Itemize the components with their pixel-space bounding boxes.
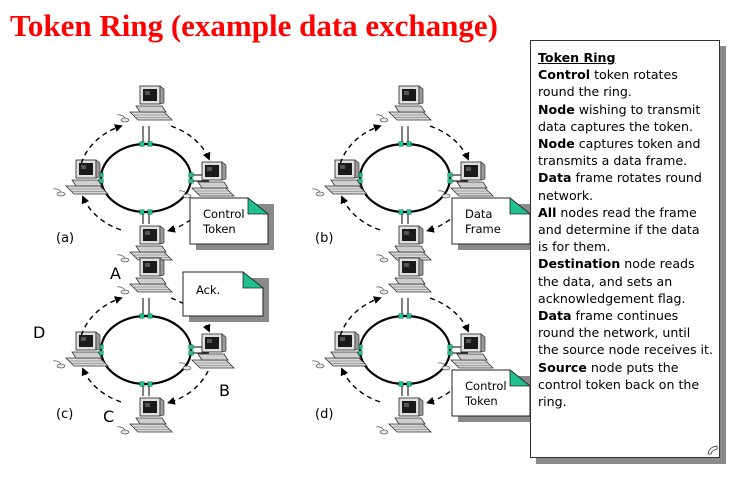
computer-icon <box>116 85 173 123</box>
flow-arrow-icon <box>339 124 382 164</box>
diagram-label: (b) <box>315 231 333 246</box>
node-label-top: A <box>110 264 121 283</box>
connector-icon <box>447 344 453 350</box>
ring-diagram-a: (a) ControlToken <box>52 85 274 263</box>
connector-icon <box>447 172 453 178</box>
computer-icon <box>375 257 432 295</box>
connector-icon <box>147 381 153 387</box>
panel-item: Node wishing to transmit data captures t… <box>538 101 713 135</box>
note-box: ControlToken <box>189 197 274 250</box>
ring-diagram-b: (b) DataFrame <box>311 85 550 263</box>
panel-item: Data frame continues round the network, … <box>538 307 713 359</box>
connector-icon <box>147 313 153 319</box>
connector-icon <box>139 313 145 319</box>
note-text: Ack. <box>196 283 220 297</box>
computer-icon <box>116 397 173 435</box>
panel-item-keyword: Destination <box>538 256 621 272</box>
connector-icon <box>188 178 194 184</box>
panel-item: Source node puts the control token back … <box>538 359 713 411</box>
connector-icon <box>188 172 194 178</box>
panel-item-keyword: Data <box>538 170 572 186</box>
connector-icon <box>406 141 412 147</box>
panel-item: Node captures token and transmits a data… <box>538 135 713 169</box>
flow-arrow-icon <box>80 296 123 336</box>
computer-icon <box>375 225 432 263</box>
note-text: Token <box>464 394 498 408</box>
note-text: Frame <box>465 222 501 236</box>
note-text: Control <box>465 379 507 393</box>
panel-item-keyword: Data <box>538 308 572 324</box>
flow-arrow-icon <box>339 296 382 336</box>
panel-item-keyword: All <box>538 204 557 220</box>
connector-icon <box>398 209 404 215</box>
connector-icon <box>406 313 412 319</box>
panel-item-keyword: Node <box>538 101 575 117</box>
connector-icon <box>147 141 153 147</box>
panel-item-keyword: Node <box>538 136 575 152</box>
diagram-label: (d) <box>315 407 333 422</box>
connector-icon <box>398 141 404 147</box>
page-curl-icon <box>707 445 718 455</box>
connector-icon <box>139 141 145 147</box>
computer-icon <box>116 225 173 263</box>
computer-icon <box>375 397 432 435</box>
ring-diagram-c: (c) A B C D Ack. <box>33 257 269 435</box>
explanation-panel: Token Ring Control token rotates round t… <box>530 40 720 458</box>
node-label-left: D <box>33 323 45 342</box>
panel-item-text: nodes read the frame and determine if th… <box>538 204 700 255</box>
panel-heading: Token Ring <box>538 50 616 65</box>
connector-icon <box>147 209 153 215</box>
ring-diagram-d: (d) ControlToken <box>311 257 550 435</box>
connector-icon <box>188 350 194 356</box>
panel-item: Data frame rotates round network. <box>538 169 713 203</box>
connector-icon <box>406 381 412 387</box>
node-label-bottom: C <box>103 407 114 426</box>
computer-icon <box>311 159 368 197</box>
connector-icon <box>139 209 145 215</box>
connector-icon <box>406 209 412 215</box>
panel-item-keyword: Source <box>538 359 587 375</box>
ring <box>358 142 452 214</box>
node-label-right: B <box>219 381 230 400</box>
note-text: Token <box>202 222 236 236</box>
computer-icon <box>375 85 432 123</box>
ring <box>99 142 193 214</box>
panel-item: Destination node reads the data, and set… <box>538 255 713 307</box>
note-text: Control <box>203 207 245 221</box>
connector-icon <box>447 350 453 356</box>
panel-item-keyword: Control <box>538 67 591 83</box>
connector-icon <box>398 313 404 319</box>
computer-icon <box>311 331 368 369</box>
panel-item: All nodes read the frame and determine i… <box>538 204 713 256</box>
connector-icon <box>139 381 145 387</box>
note-text: Data <box>465 207 492 221</box>
connector-icon <box>188 344 194 350</box>
diagram-label: (c) <box>56 407 73 422</box>
computer-icon <box>116 257 173 295</box>
flow-arrow-icon <box>80 124 123 164</box>
ring <box>358 314 452 386</box>
panel-item: Control token rotates round the ring. <box>538 66 713 100</box>
ring <box>99 314 193 386</box>
diagram-label: (a) <box>56 231 74 246</box>
note-box: Ack. <box>182 271 269 322</box>
computer-icon <box>52 331 109 369</box>
computer-icon <box>52 159 109 197</box>
connector-icon <box>398 381 404 387</box>
connector-icon <box>447 178 453 184</box>
